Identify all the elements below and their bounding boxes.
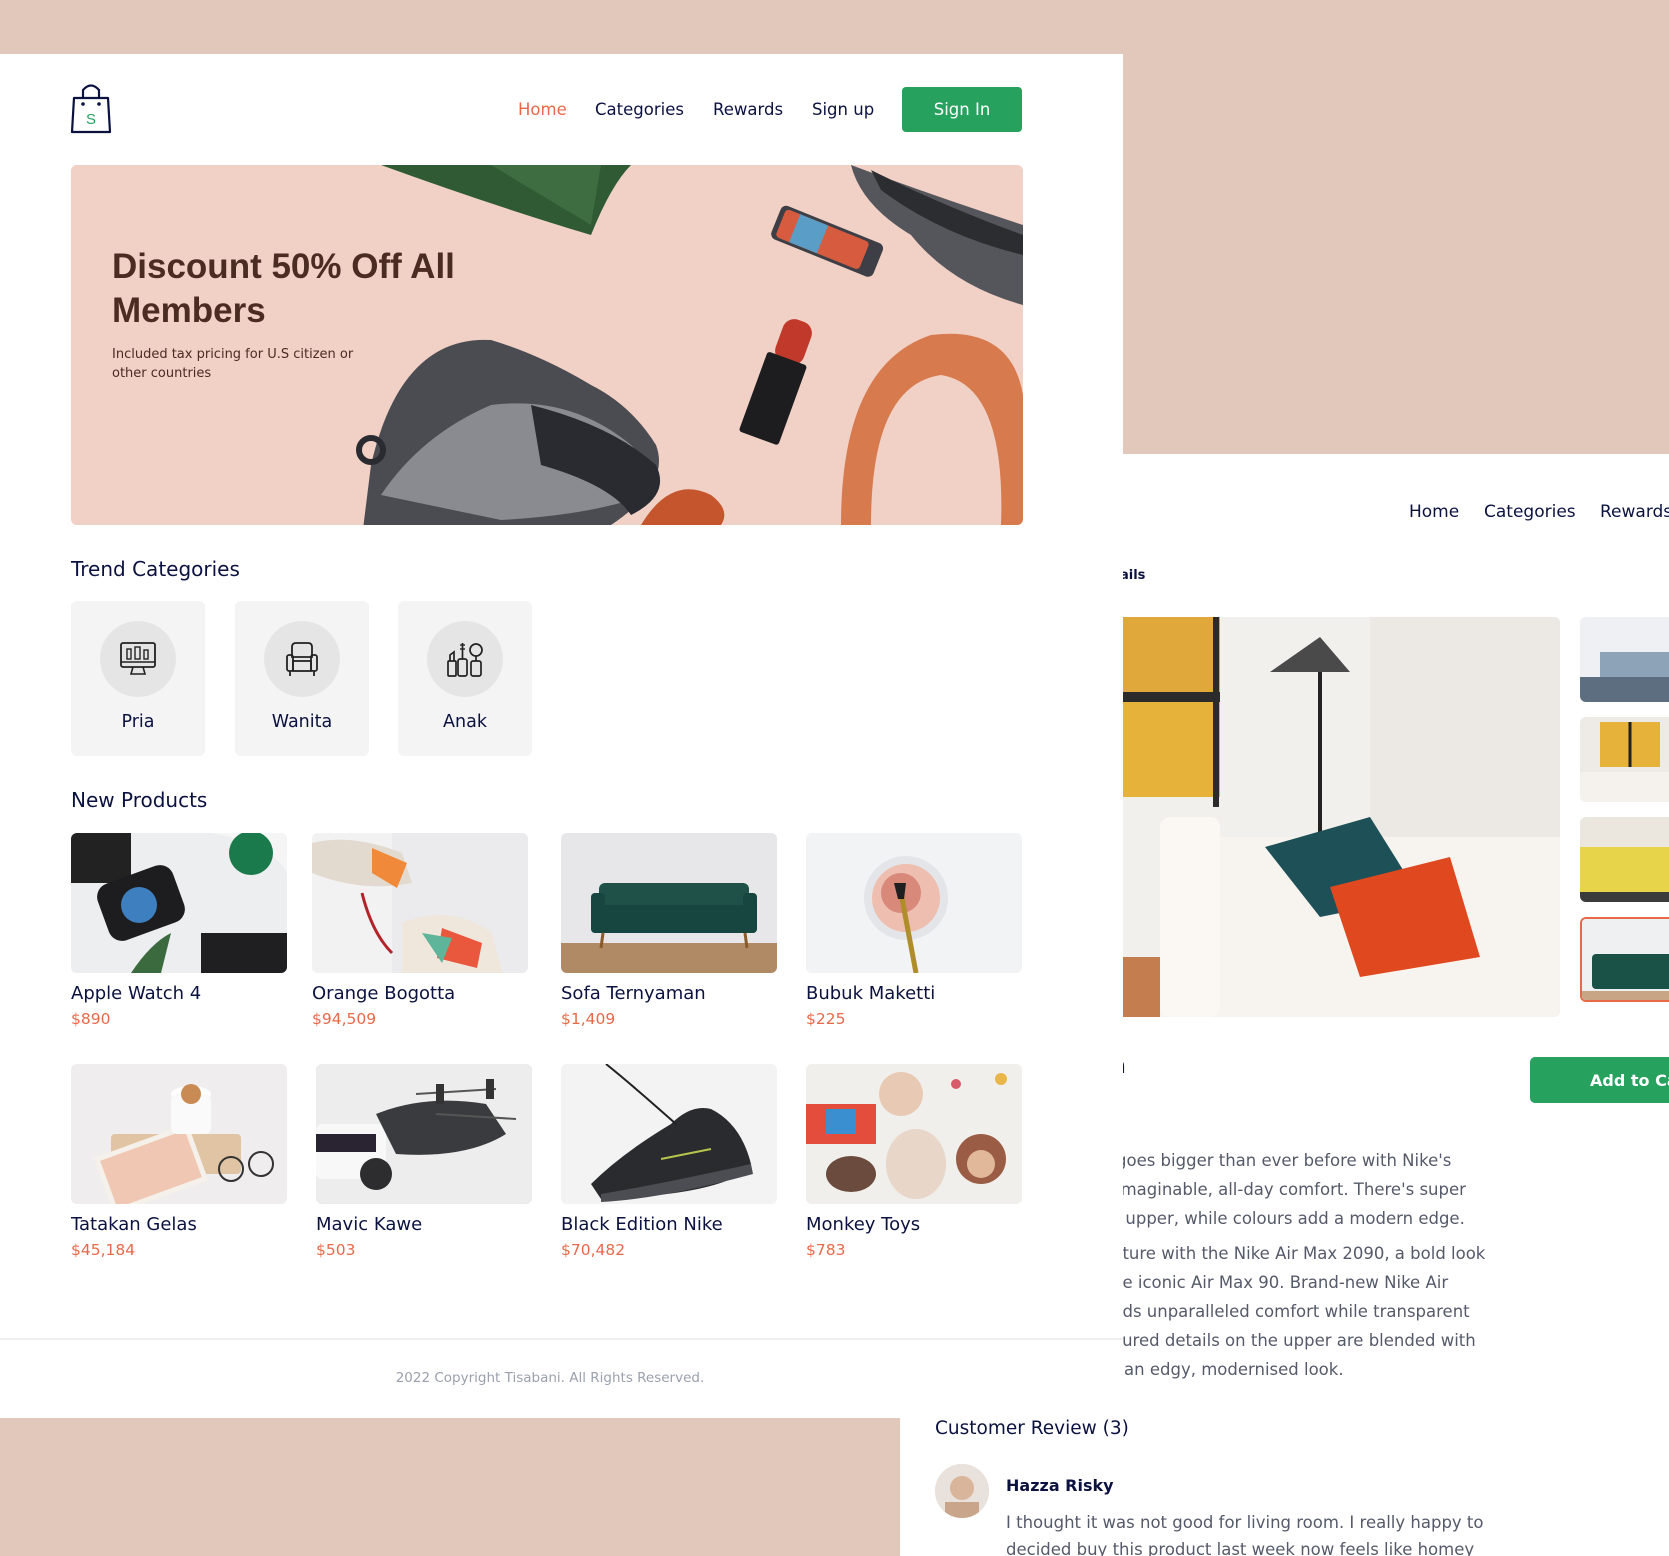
product-name: Tatakan Gelas <box>71 1214 197 1235</box>
footer-divider <box>0 1338 1123 1340</box>
product-name: Sofa Ternyaman <box>561 983 706 1004</box>
monitor-icon <box>100 621 176 697</box>
armchair-icon <box>264 621 340 697</box>
product-name: Monkey Toys <box>806 1214 921 1235</box>
hero-title: Discount 50% Off All Members <box>112 247 455 330</box>
product-card[interactable]: Orange Bogotta $94,509 <box>312 833 528 1028</box>
reviewer-avatar <box>935 1464 989 1518</box>
product-price: $1,409 <box>561 1010 616 1028</box>
product-image-toys <box>806 1064 1022 1204</box>
detail-nav-rewards[interactable]: Rewards <box>1600 502 1669 522</box>
thumbnail-4[interactable] <box>1580 917 1669 1002</box>
product-image-black-sneaker <box>561 1064 777 1204</box>
thumbnail-1[interactable] <box>1580 617 1669 702</box>
nav-signup[interactable]: Sign up <box>812 100 874 119</box>
category-label: Wanita <box>271 712 333 732</box>
nav-rewards[interactable]: Rewards <box>713 100 783 119</box>
trend-categories-title: Trend Categories <box>71 557 240 581</box>
nav-categories[interactable]: Categories <box>595 100 684 119</box>
category-card-wanita[interactable]: Wanita <box>235 601 369 756</box>
home-page: S Home Categories Rewards Sign up Sign I… <box>0 54 1123 1418</box>
thumbnail-2[interactable] <box>1580 717 1669 802</box>
product-image-coaster <box>71 1064 287 1204</box>
product-name: Mavic Kawe <box>316 1214 423 1235</box>
hero-banner[interactable]: Discount 50% Off All Members Included ta… <box>71 165 1023 525</box>
reviewer-name: Hazza Risky <box>1006 1476 1114 1495</box>
product-price: $94,509 <box>312 1010 377 1028</box>
product-price: $225 <box>806 1010 846 1028</box>
add-to-cart-button[interactable]: Add to Ca <box>1530 1057 1669 1103</box>
category-label: Anak <box>443 712 487 732</box>
new-products-title: New Products <box>71 788 208 812</box>
product-image-powder <box>806 833 1022 973</box>
product-card[interactable]: Sofa Ternyaman $1,409 <box>561 833 777 1028</box>
product-image-drone <box>316 1064 532 1204</box>
product-name: Orange Bogotta <box>312 983 456 1004</box>
product-card[interactable]: Black Edition Nike $70,482 <box>561 1064 777 1259</box>
thumbnail-3[interactable] <box>1580 817 1669 902</box>
product-name: Black Edition Nike <box>561 1214 723 1235</box>
hero-subtitle: Included tax pricing for U.S citizen or … <box>112 347 354 381</box>
category-label: Pria <box>121 712 155 732</box>
product-price: $45,184 <box>71 1241 136 1259</box>
product-description-2: uture with the Nike Air Max 2090, a bold… <box>1112 1244 1486 1379</box>
review-text: I thought it was not good for living roo… <box>1006 1513 1484 1556</box>
product-card[interactable]: Monkey Toys $783 <box>806 1064 1022 1259</box>
product-name: Bubuk Maketti <box>806 983 936 1004</box>
product-price: $890 <box>71 1010 111 1028</box>
product-price: $503 <box>316 1241 356 1259</box>
sign-in-button[interactable]: Sign In <box>902 87 1022 132</box>
breadcrumb[interactable]: ails <box>1120 568 1145 583</box>
product-name: Apple Watch 4 <box>71 983 202 1004</box>
product-card[interactable]: Bubuk Maketti $225 <box>806 833 1022 1028</box>
category-card-pria[interactable]: Pria <box>71 601 205 756</box>
product-card[interactable]: Apple Watch 4 $890 <box>71 833 287 1028</box>
product-description-1: goes bigger than ever before with Nike's… <box>1110 1151 1466 1228</box>
product-card[interactable]: Mavic Kawe $503 <box>316 1064 532 1259</box>
detail-nav-home[interactable]: Home <box>1409 502 1459 522</box>
product-price: $783 <box>806 1241 846 1259</box>
svg-text:S: S <box>86 111 96 128</box>
product-image-sofa <box>561 833 777 973</box>
shopping-bag-logo-icon[interactable]: S <box>70 82 112 134</box>
detail-nav-categories[interactable]: Categories <box>1484 502 1576 522</box>
nav-home[interactable]: Home <box>518 100 567 119</box>
product-price: $70,482 <box>561 1241 626 1259</box>
product-card[interactable]: Tatakan Gelas $45,184 <box>71 1064 287 1259</box>
product-image-sneaker <box>312 833 528 973</box>
product-image-watch <box>71 833 287 973</box>
copyright-text: 2022 Copyright Tisabani. All Rights Rese… <box>395 1370 705 1386</box>
cosmetics-icon <box>427 621 503 697</box>
customer-review-title: Customer Review (3) <box>935 1418 1129 1439</box>
category-card-anak[interactable]: Anak <box>398 601 532 756</box>
